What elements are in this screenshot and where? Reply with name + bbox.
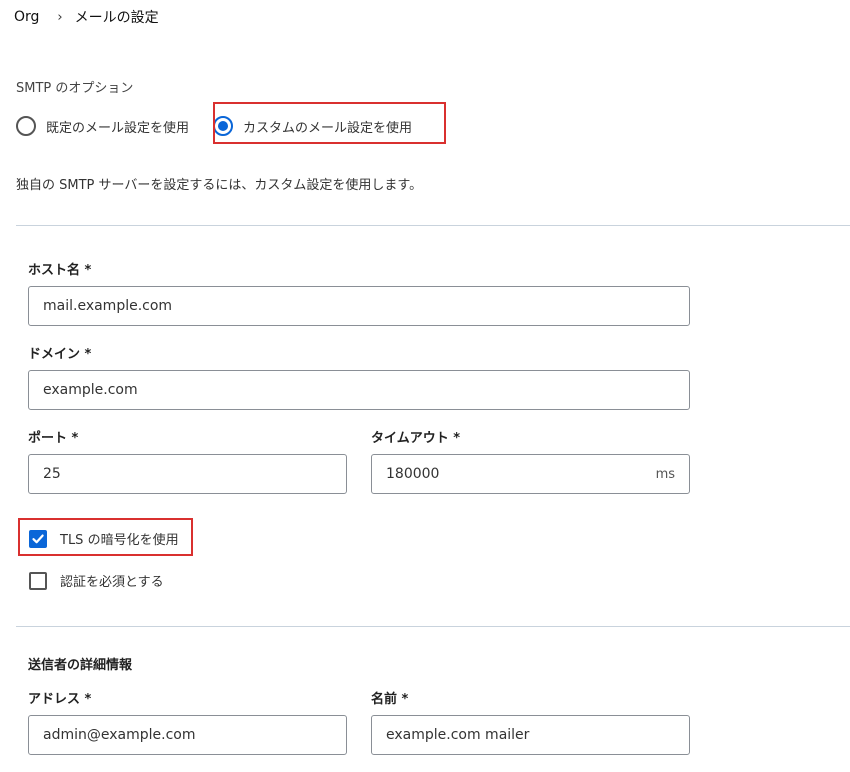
address-label: アドレス * — [28, 692, 92, 707]
auth-checkbox-row[interactable]: 認証を必須とする — [29, 571, 164, 590]
timeout-input[interactable]: 180000 ms — [371, 454, 690, 494]
domain-label: ドメイン * — [28, 347, 92, 362]
breadcrumb-root[interactable]: Org — [14, 9, 39, 25]
name-value: example.com mailer — [386, 727, 530, 743]
port-value: 25 — [43, 466, 61, 482]
divider — [16, 626, 850, 627]
port-input[interactable]: 25 — [28, 454, 347, 494]
smtp-options-label: SMTP のオプション — [16, 81, 134, 96]
smtp-description: 独自の SMTP サーバーを設定するには、カスタム設定を使用します。 — [16, 178, 423, 193]
timeout-label: タイムアウト * — [371, 431, 461, 446]
checkbox-unchecked-icon[interactable] — [29, 571, 47, 590]
sender-heading: 送信者の詳細情報 — [28, 658, 133, 673]
domain-value: example.com — [43, 382, 138, 398]
timeout-value: 180000 — [386, 466, 440, 482]
auth-label: 認証を必須とする — [60, 575, 164, 590]
radio-default-settings[interactable]: 既定のメール設定を使用 — [16, 116, 189, 136]
name-input[interactable]: example.com mailer — [371, 715, 690, 755]
chevron-right-icon: › — [57, 9, 63, 25]
divider — [16, 225, 850, 226]
breadcrumb-current: メールの設定 — [74, 10, 159, 26]
breadcrumb: Org › メールの設定 — [14, 7, 159, 27]
host-value: mail.example.com — [43, 298, 173, 314]
domain-input[interactable]: example.com — [28, 370, 690, 410]
timeout-unit: ms — [655, 466, 675, 482]
port-label: ポート * — [28, 431, 79, 446]
host-label: ホスト名 * — [28, 263, 92, 278]
name-label: 名前 * — [371, 692, 409, 707]
address-value: admin@example.com — [43, 727, 196, 743]
highlight-box-custom-radio — [213, 102, 446, 144]
radio-default-label: 既定のメール設定を使用 — [46, 120, 190, 136]
address-input[interactable]: admin@example.com — [28, 715, 347, 755]
host-input[interactable]: mail.example.com — [28, 286, 690, 326]
radio-unchecked-icon[interactable] — [16, 116, 36, 136]
highlight-box-tls — [18, 518, 193, 556]
